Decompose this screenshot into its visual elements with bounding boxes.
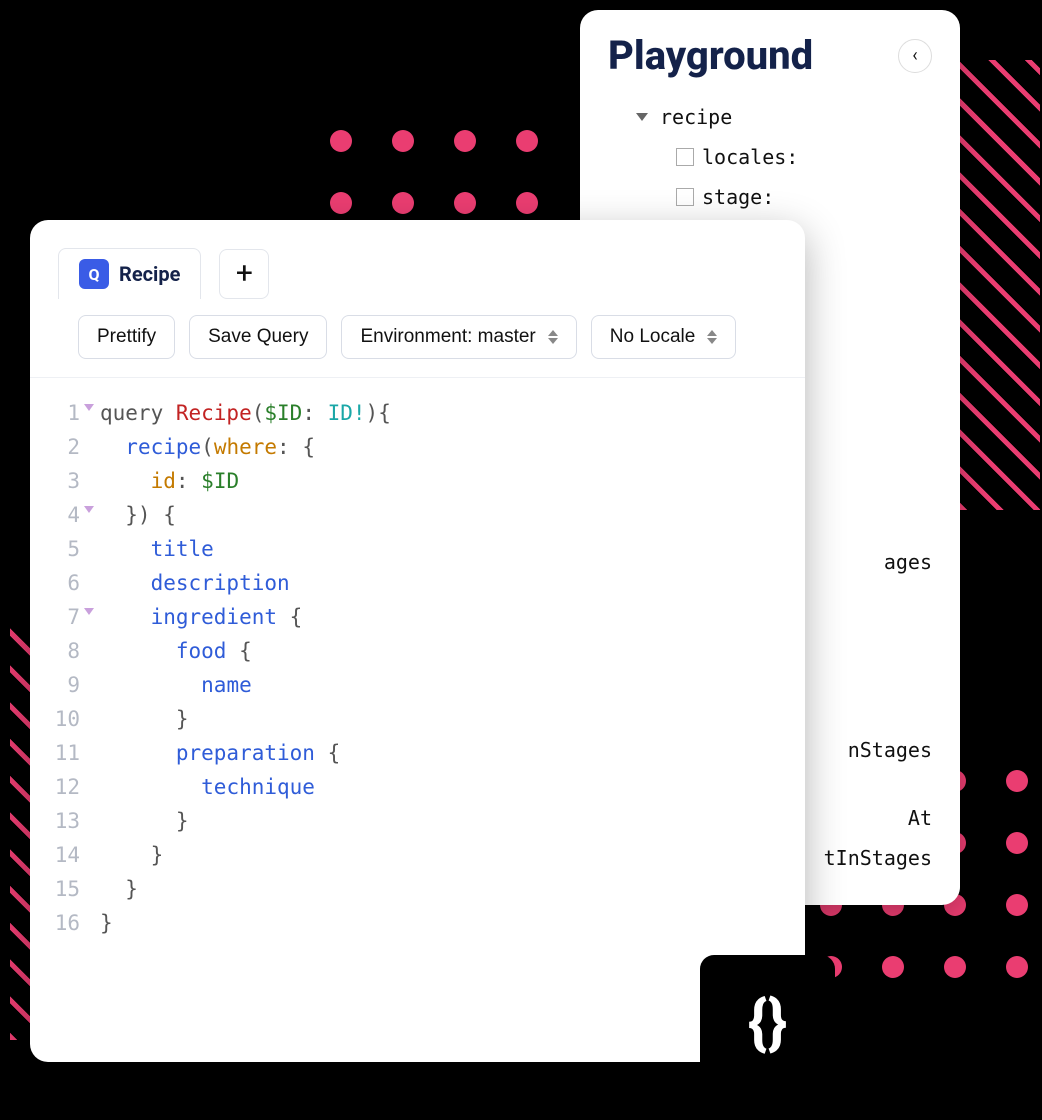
code-content: } [90,702,189,736]
fold-caret-icon[interactable] [84,608,94,615]
code-line[interactable]: 11 preparation { [30,736,805,770]
code-line[interactable]: 14 } [30,838,805,872]
code-line[interactable]: 1query Recipe($ID: ID!){ [30,396,805,430]
code-content: title [90,532,214,566]
tree-node-stage[interactable]: stage: [608,177,932,217]
code-line[interactable]: 8 food { [30,634,805,668]
collapse-button[interactable]: ‹ [898,39,932,73]
checkbox-icon[interactable] [676,148,694,166]
code-line[interactable]: 16} [30,906,805,940]
line-number: 13 [30,804,90,838]
code-content: } [90,838,163,872]
line-number: 9 [30,668,90,702]
code-content: } [90,804,189,838]
line-number: 14 [30,838,90,872]
tree-label: stage: [702,177,774,217]
line-number: 4 [30,498,90,532]
code-content: } [90,906,113,940]
braces-icon: {} [748,987,787,1058]
code-content: id: $ID [90,464,239,498]
code-line[interactable]: 10 } [30,702,805,736]
tab-recipe[interactable]: Q Recipe [58,248,201,299]
locale-select[interactable]: No Locale [591,315,737,359]
code-line[interactable]: 12 technique [30,770,805,804]
environment-select[interactable]: Environment: master [341,315,576,359]
code-line[interactable]: 2 recipe(where: { [30,430,805,464]
caret-down-icon [636,113,648,121]
tab-bar: Q Recipe + [30,220,805,299]
sort-icon [707,330,717,344]
tree-node-fragment: tInStages [824,846,932,870]
line-number: 3 [30,464,90,498]
tab-label: Recipe [119,262,180,286]
button-label: Save Query [208,326,308,348]
editor-panel: Q Recipe + Prettify Save Query Environme… [30,220,805,1062]
decorative-dots-top [330,130,538,214]
tree-node-fragment: At [908,806,932,830]
tree-node-fragment: nStages [848,738,932,762]
tree-node-locales[interactable]: locales: [608,137,932,177]
chevron-left-icon: ‹ [912,45,917,66]
code-line[interactable]: 5 title [30,532,805,566]
button-label: Prettify [97,326,156,348]
line-number: 1 [30,396,90,430]
fold-caret-icon[interactable] [84,404,94,411]
code-line[interactable]: 9 name [30,668,805,702]
tree-label: recipe [660,97,732,137]
line-number: 8 [30,634,90,668]
button-label: No Locale [610,326,696,348]
tree-node-recipe[interactable]: recipe [608,97,932,137]
line-number: 6 [30,566,90,600]
sort-icon [548,330,558,344]
code-content: food { [90,634,252,668]
editor-toolbar: Prettify Save Query Environment: master … [30,299,805,378]
save-query-button[interactable]: Save Query [189,315,327,359]
code-line[interactable]: 6 description [30,566,805,600]
code-line[interactable]: 7 ingredient { [30,600,805,634]
schema-tree: recipe locales: stage: [608,97,932,217]
playground-title: Playground [608,32,813,79]
add-tab-button[interactable]: + [219,249,269,299]
code-content: ingredient { [90,600,302,634]
code-content: description [90,566,290,600]
line-number: 12 [30,770,90,804]
code-content: query Recipe($ID: ID!){ [90,396,391,430]
line-number: 10 [30,702,90,736]
code-line[interactable]: 15 } [30,872,805,906]
code-content: preparation { [90,736,340,770]
decorative-stripes-top [960,60,1040,510]
plus-icon: + [236,256,253,291]
tree-label: locales: [702,137,798,177]
code-content: recipe(where: { [90,430,315,464]
code-content: } [90,872,138,906]
line-number: 16 [30,906,90,940]
code-content: }) { [90,498,176,532]
line-number: 5 [30,532,90,566]
query-badge-icon: Q [79,259,109,289]
braces-badge: {} [700,955,835,1090]
code-content: technique [90,770,315,804]
line-number: 7 [30,600,90,634]
fold-caret-icon[interactable] [84,506,94,513]
line-number: 15 [30,872,90,906]
button-label: Environment: master [360,326,535,348]
prettify-button[interactable]: Prettify [78,315,175,359]
tree-node-fragment: ages [884,550,932,574]
code-line[interactable]: 4 }) { [30,498,805,532]
code-content: name [90,668,252,702]
code-line[interactable]: 13 } [30,804,805,838]
code-editor[interactable]: 1query Recipe($ID: ID!){2 recipe(where: … [30,378,805,1062]
code-line[interactable]: 3 id: $ID [30,464,805,498]
line-number: 2 [30,430,90,464]
checkbox-icon[interactable] [676,188,694,206]
line-number: 11 [30,736,90,770]
